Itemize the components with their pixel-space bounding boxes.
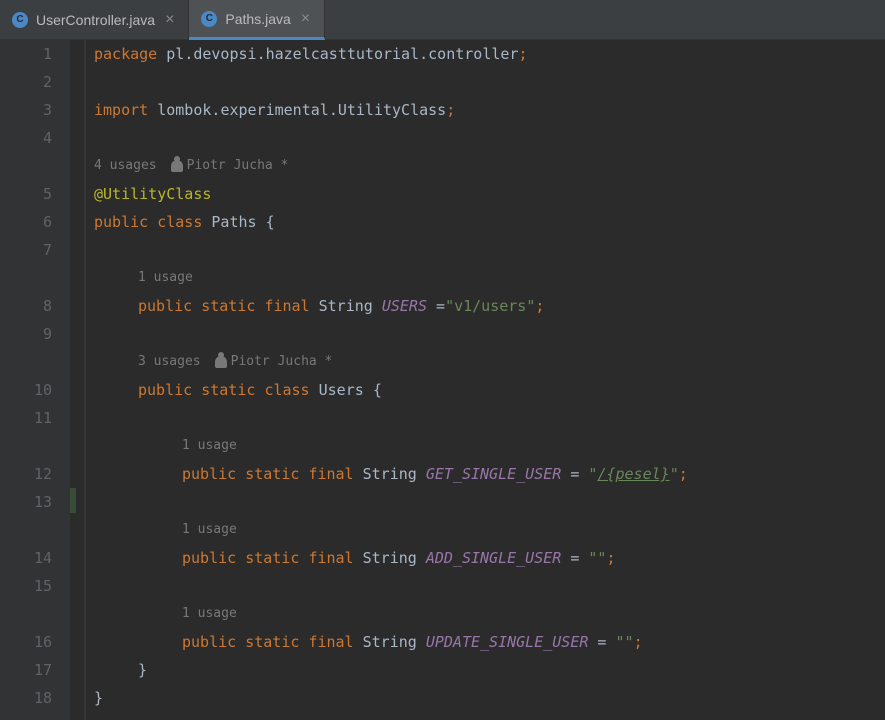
- usages-hint[interactable]: 1 usage: [182, 432, 237, 460]
- line-number: 15: [0, 572, 52, 600]
- code-line: import lombok.experimental.UtilityClass;: [76, 96, 885, 124]
- line-number: [0, 600, 52, 628]
- code-line: [76, 124, 885, 152]
- line-number: 7: [0, 236, 52, 264]
- line-number: 16: [0, 628, 52, 656]
- code-line: public static final String UPDATE_SINGLE…: [76, 628, 885, 656]
- code-line: @UtilityClass: [76, 180, 885, 208]
- inlay-hint: 3 usages Piotr Jucha *: [76, 348, 885, 376]
- code-line: [76, 572, 885, 600]
- line-gutter: 1 2 3 4 5 6 7 8 9 10 11 12 13 14 15 16 1…: [0, 40, 70, 720]
- line-number: 10: [0, 376, 52, 404]
- usages-hint[interactable]: 1 usage: [182, 516, 237, 544]
- vcs-change-marker: [70, 488, 76, 513]
- line-number: [0, 432, 52, 460]
- line-number: 11: [0, 404, 52, 432]
- author-hint[interactable]: Piotr Jucha *: [171, 152, 289, 180]
- line-number: 3: [0, 96, 52, 124]
- editor-tabs: C UserController.java × C Paths.java ×: [0, 0, 885, 40]
- code-line: package pl.devopsi.hazelcasttutorial.con…: [76, 40, 885, 68]
- code-line: [76, 404, 885, 432]
- code-line: [76, 488, 885, 516]
- line-number: 12: [0, 460, 52, 488]
- indent-guide: [84, 40, 86, 720]
- line-number: 1: [0, 40, 52, 68]
- line-number: 13: [0, 488, 52, 516]
- line-number: 18: [0, 684, 52, 712]
- code-line: public static final String GET_SINGLE_US…: [76, 460, 885, 488]
- code-area[interactable]: package pl.devopsi.hazelcasttutorial.con…: [70, 40, 885, 720]
- code-line: }: [76, 684, 885, 712]
- tab-label: Paths.java: [225, 11, 290, 27]
- usages-hint[interactable]: 1 usage: [138, 264, 193, 292]
- usages-hint[interactable]: 1 usage: [182, 600, 237, 628]
- tab-label: UserController.java: [36, 12, 155, 28]
- line-number: [0, 152, 52, 180]
- inlay-hint: 1 usage: [76, 600, 885, 628]
- person-icon: [171, 160, 183, 172]
- code-editor[interactable]: 1 2 3 4 5 6 7 8 9 10 11 12 13 14 15 16 1…: [0, 40, 885, 720]
- close-icon[interactable]: ×: [163, 12, 176, 28]
- line-number: [0, 264, 52, 292]
- usages-hint[interactable]: 4 usages: [94, 152, 157, 180]
- person-icon: [215, 356, 227, 368]
- code-line: [76, 320, 885, 348]
- line-number: 14: [0, 544, 52, 572]
- code-line: [76, 236, 885, 264]
- line-number: 6: [0, 208, 52, 236]
- code-line: }: [76, 656, 885, 684]
- tab-paths[interactable]: C Paths.java ×: [189, 0, 325, 40]
- line-number: 17: [0, 656, 52, 684]
- code-line: public static class Users {: [76, 376, 885, 404]
- inlay-hint: 1 usage: [76, 516, 885, 544]
- code-line: public static final String ADD_SINGLE_US…: [76, 544, 885, 572]
- inlay-hint: 1 usage: [76, 432, 885, 460]
- inlay-hint: 1 usage: [76, 264, 885, 292]
- author-hint[interactable]: Piotr Jucha *: [215, 348, 333, 376]
- line-number: 5: [0, 180, 52, 208]
- code-line: public static final String USERS ="v1/us…: [76, 292, 885, 320]
- line-number: [0, 516, 52, 544]
- line-number: 9: [0, 320, 52, 348]
- tab-usercontroller[interactable]: C UserController.java ×: [0, 0, 189, 39]
- line-number: 4: [0, 124, 52, 152]
- usages-hint[interactable]: 3 usages: [138, 348, 201, 376]
- line-number: 8: [0, 292, 52, 320]
- code-line: [76, 68, 885, 96]
- java-class-icon: C: [12, 12, 28, 28]
- line-number: 2: [0, 68, 52, 96]
- java-class-icon: C: [201, 11, 217, 27]
- inlay-hint: 4 usages Piotr Jucha *: [76, 152, 885, 180]
- line-number: [0, 348, 52, 376]
- code-line: public class Paths {: [76, 208, 885, 236]
- close-icon[interactable]: ×: [299, 11, 312, 27]
